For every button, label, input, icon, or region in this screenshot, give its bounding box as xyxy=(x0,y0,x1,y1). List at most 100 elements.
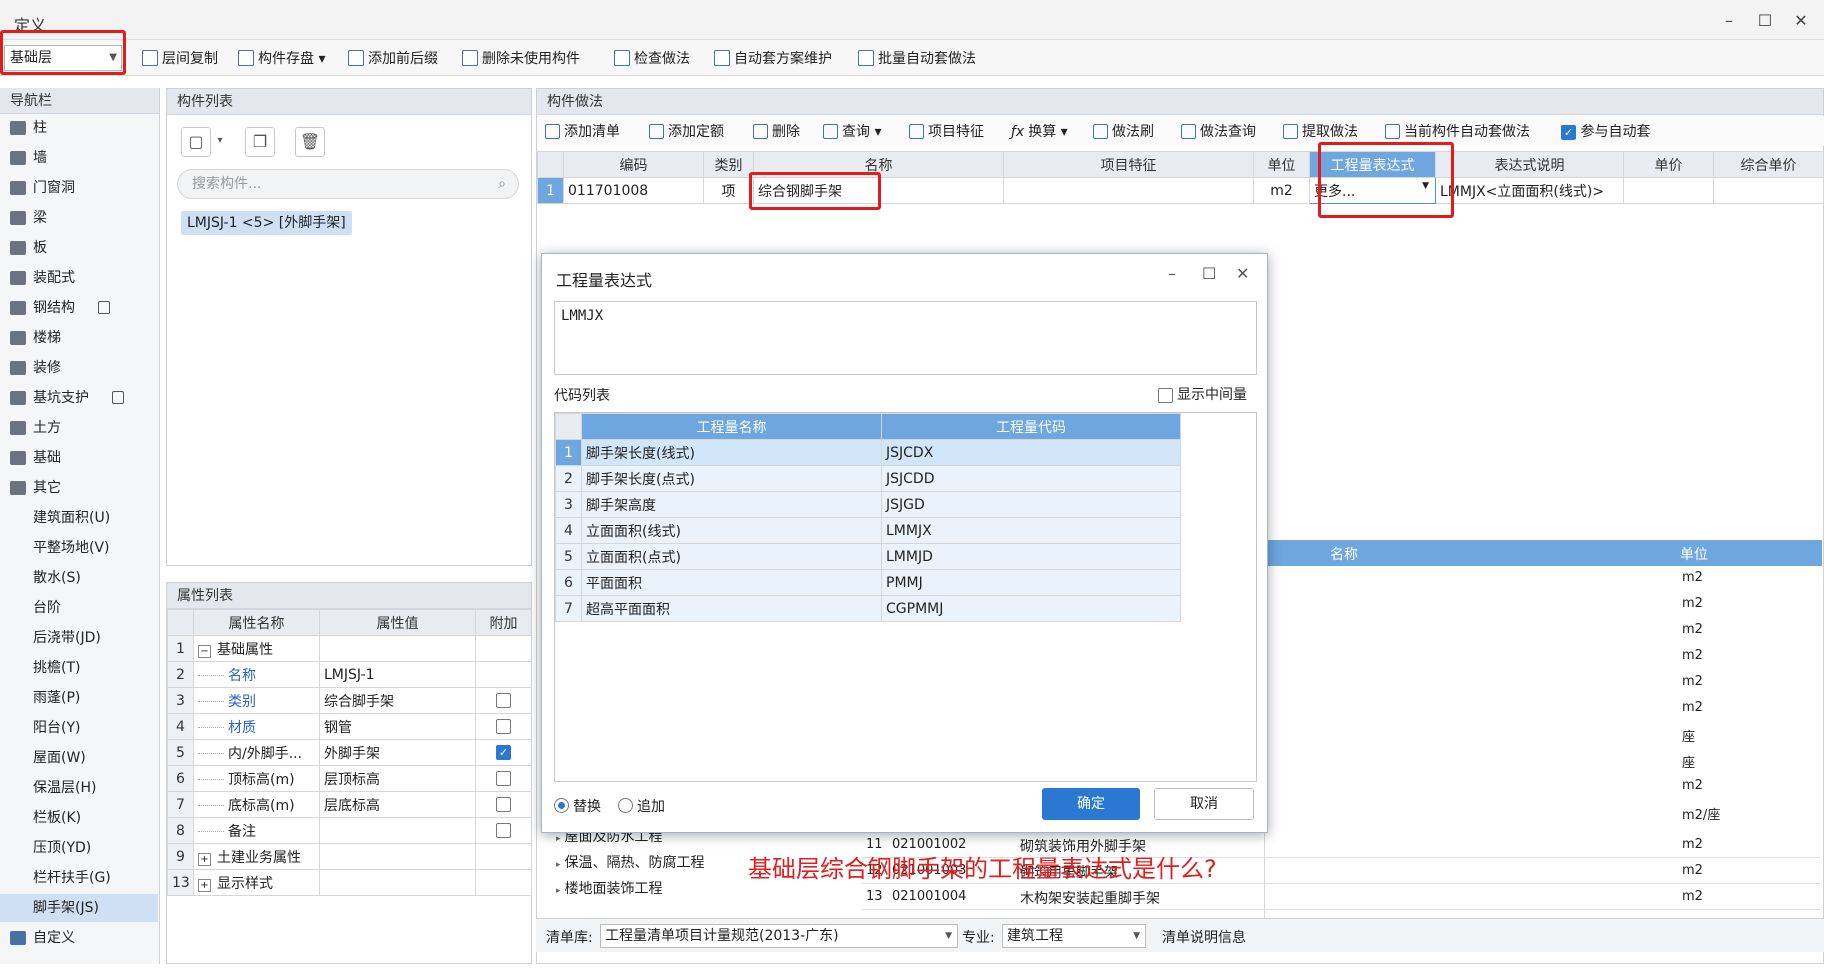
nav-sub-item[interactable]: 雨蓬(P) xyxy=(0,684,158,712)
quantity-name[interactable]: 立面面积(线式) xyxy=(581,517,882,544)
dialog-minimize-button[interactable]: – xyxy=(1168,264,1176,283)
prop-value[interactable]: 层底标高 xyxy=(319,791,476,818)
nav-item[interactable]: 梁 xyxy=(0,204,158,232)
table-row[interactable]: 2 名称 LMJSJ-1 xyxy=(167,661,532,688)
quantity-code[interactable]: JSJGD xyxy=(881,491,1181,518)
quantity-code[interactable]: LMMJX xyxy=(881,517,1181,544)
check-method-button[interactable]: 检查做法 xyxy=(614,48,690,70)
nav-sub-item[interactable]: 散水(S) xyxy=(0,564,158,592)
ok-button[interactable]: 确定 xyxy=(1042,788,1140,820)
add-prefix-button[interactable]: 添加前后缀 xyxy=(348,48,438,70)
add-list-button[interactable]: 添加清单 xyxy=(545,121,620,141)
nav-item[interactable]: 基础 xyxy=(0,444,158,472)
table-row[interactable]: 4 立面面积(线式) LMMJX xyxy=(555,517,1181,544)
copy-component-button[interactable]: ❐ xyxy=(245,127,275,157)
row-expression-desc[interactable]: LMMJX<立面面积(线式)> xyxy=(1435,177,1624,204)
checkbox-icon[interactable] xyxy=(496,771,511,786)
component-search-input[interactable]: 搜索构件... ⌕ xyxy=(177,169,519,199)
nav-item[interactable]: 装修 xyxy=(0,354,158,382)
quantity-name[interactable]: 超高平面面积 xyxy=(581,595,882,622)
table-row[interactable]: 3 脚手架高度 JSJGD xyxy=(555,491,1181,518)
expand-icon[interactable]: − xyxy=(198,644,211,658)
checkbox-icon[interactable] xyxy=(496,693,511,708)
delete-unused-button[interactable]: 删除未使用构件 xyxy=(462,48,580,70)
replace-radio[interactable]: 替换 xyxy=(554,796,601,816)
checkbox-icon[interactable] xyxy=(496,797,511,812)
table-row[interactable]: 7 超高平面面积 CGPMMJ xyxy=(555,595,1181,622)
nav-item[interactable]: 钢结构 xyxy=(0,294,158,322)
quantity-name[interactable]: 立面面积(点式) xyxy=(581,543,882,570)
table-row[interactable]: 6 顶标高(m) 层顶标高 xyxy=(167,765,532,792)
table-row[interactable]: 7 底标高(m) 层底标高 xyxy=(167,791,532,818)
nav-sub-item[interactable]: 台阶 xyxy=(0,594,158,622)
prop-value[interactable]: 综合脚手架 xyxy=(319,687,476,714)
component-item[interactable]: LMJSJ-1 <5> [外脚手架] xyxy=(181,211,352,235)
quantity-code[interactable]: JSJCDD xyxy=(881,465,1181,492)
batch-auto-button[interactable]: 批量自动套做法 xyxy=(858,48,976,70)
nav-sub-item[interactable]: 栏杆扶手(G) xyxy=(0,864,158,892)
method-query-button[interactable]: 做法查询 xyxy=(1181,121,1256,141)
nav-item[interactable]: 基坑支护 xyxy=(0,384,158,412)
nav-sub-item[interactable]: 栏板(K) xyxy=(0,804,158,832)
nav-item[interactable]: 板 xyxy=(0,234,158,262)
nav-item[interactable]: 墙 xyxy=(0,144,158,172)
expand-icon[interactable]: + xyxy=(198,878,211,892)
row-unit[interactable]: m2 xyxy=(1253,177,1310,204)
nav-sub-item[interactable]: 保温层(H) xyxy=(0,774,158,802)
table-row[interactable]: 9 + 土建业务属性 xyxy=(167,843,532,870)
table-row[interactable]: 1 011701008 项 综合钢脚手架 m2 更多... ▼ LMMJX<立面面… xyxy=(537,177,1824,204)
prop-value[interactable]: 层顶标高 xyxy=(319,765,476,792)
quantity-code[interactable]: LMMJD xyxy=(881,543,1181,570)
nav-sub-item[interactable]: 建筑面积(U) xyxy=(0,504,158,532)
dialog-close-button[interactable]: ✕ xyxy=(1236,264,1249,283)
dialog-maximize-button[interactable]: ☐ xyxy=(1202,264,1216,283)
row-feature[interactable] xyxy=(1003,177,1254,204)
table-row[interactable]: 1 脚手架长度(线式) JSJCDX xyxy=(555,439,1181,466)
nav-sub-item[interactable]: 屋面(W) xyxy=(0,744,158,772)
table-row[interactable]: 13 + 显示样式 xyxy=(167,869,532,896)
table-row[interactable]: 1− 基础属性 xyxy=(167,635,532,662)
quantity-name[interactable]: 平面面积 xyxy=(581,569,882,596)
prop-value[interactable]: 外脚手架 xyxy=(319,739,476,766)
minimize-button[interactable]: – xyxy=(1714,8,1744,34)
prop-value[interactable] xyxy=(319,817,476,844)
nav-sub-item[interactable]: 后浇带(JD) xyxy=(0,624,158,652)
nav-item[interactable]: 楼梯 xyxy=(0,324,158,352)
delete-component-button[interactable]: 🗑 xyxy=(295,127,325,157)
table-row[interactable]: 5 立面面积(点式) LMMJD xyxy=(555,543,1181,570)
nav-sub-item[interactable]: 挑檐(T) xyxy=(0,654,158,682)
list-lib-select[interactable]: 工程量清单项目计量规范(2013-广东) ▼ xyxy=(600,924,958,948)
row-code[interactable]: 011701008 xyxy=(563,177,704,204)
item-feature-button[interactable]: 项目特征 xyxy=(909,121,984,141)
table-row[interactable]: 2 脚手架长度(点式) JSJCDD xyxy=(555,465,1181,492)
query-button[interactable]: 查询 ▾ xyxy=(823,121,881,141)
auto-plan-button[interactable]: 自动套方案维护 xyxy=(714,48,832,70)
table-row[interactable]: 8 备注 xyxy=(167,817,532,844)
close-button[interactable]: ✕ xyxy=(1786,8,1816,34)
table-row[interactable]: 6 平面面积 PMMJ xyxy=(555,569,1181,596)
nav-sub-item[interactable]: 脚手架(JS) xyxy=(0,894,158,922)
checkbox-icon[interactable] xyxy=(496,719,511,734)
row-type[interactable]: 项 xyxy=(703,177,754,204)
nav-item[interactable]: 装配式 xyxy=(0,264,158,292)
major-select[interactable]: 建筑工程 ▼ xyxy=(1002,924,1146,948)
checkbox-icon[interactable]: ✓ xyxy=(496,745,511,760)
save-component-button[interactable]: 构件存盘 ▾ xyxy=(238,48,325,70)
nav-item[interactable]: 其它 xyxy=(0,474,158,502)
quantity-code[interactable]: CGPMMJ xyxy=(881,595,1181,622)
tree-node[interactable]: ▸ 保温、隔热、防腐工程 xyxy=(556,852,705,872)
table-row[interactable]: 13 021001004 木构架安装起重脚手架 m2 xyxy=(862,884,1820,910)
add-quota-button[interactable]: 添加定额 xyxy=(649,121,724,141)
table-row[interactable]: 4 材质 钢管 xyxy=(167,713,532,740)
convert-button[interactable]: ƒx 换算 ▾ xyxy=(1011,121,1068,141)
nav-sub-item[interactable]: 平整场地(V) xyxy=(0,534,158,562)
quantity-name[interactable]: 脚手架长度(点式) xyxy=(581,465,882,492)
quantity-code[interactable]: JSJCDX xyxy=(881,439,1181,466)
checkbox-icon[interactable] xyxy=(496,823,511,838)
quantity-name[interactable]: 脚手架高度 xyxy=(581,491,882,518)
quantity-code[interactable]: PMMJ xyxy=(881,569,1181,596)
expression-input[interactable]: LMMJX xyxy=(554,301,1257,375)
maximize-button[interactable]: ☐ xyxy=(1750,8,1780,34)
nav-item[interactable]: 柱 xyxy=(0,114,158,142)
current-auto-button[interactable]: 当前构件自动套做法 xyxy=(1385,121,1530,141)
